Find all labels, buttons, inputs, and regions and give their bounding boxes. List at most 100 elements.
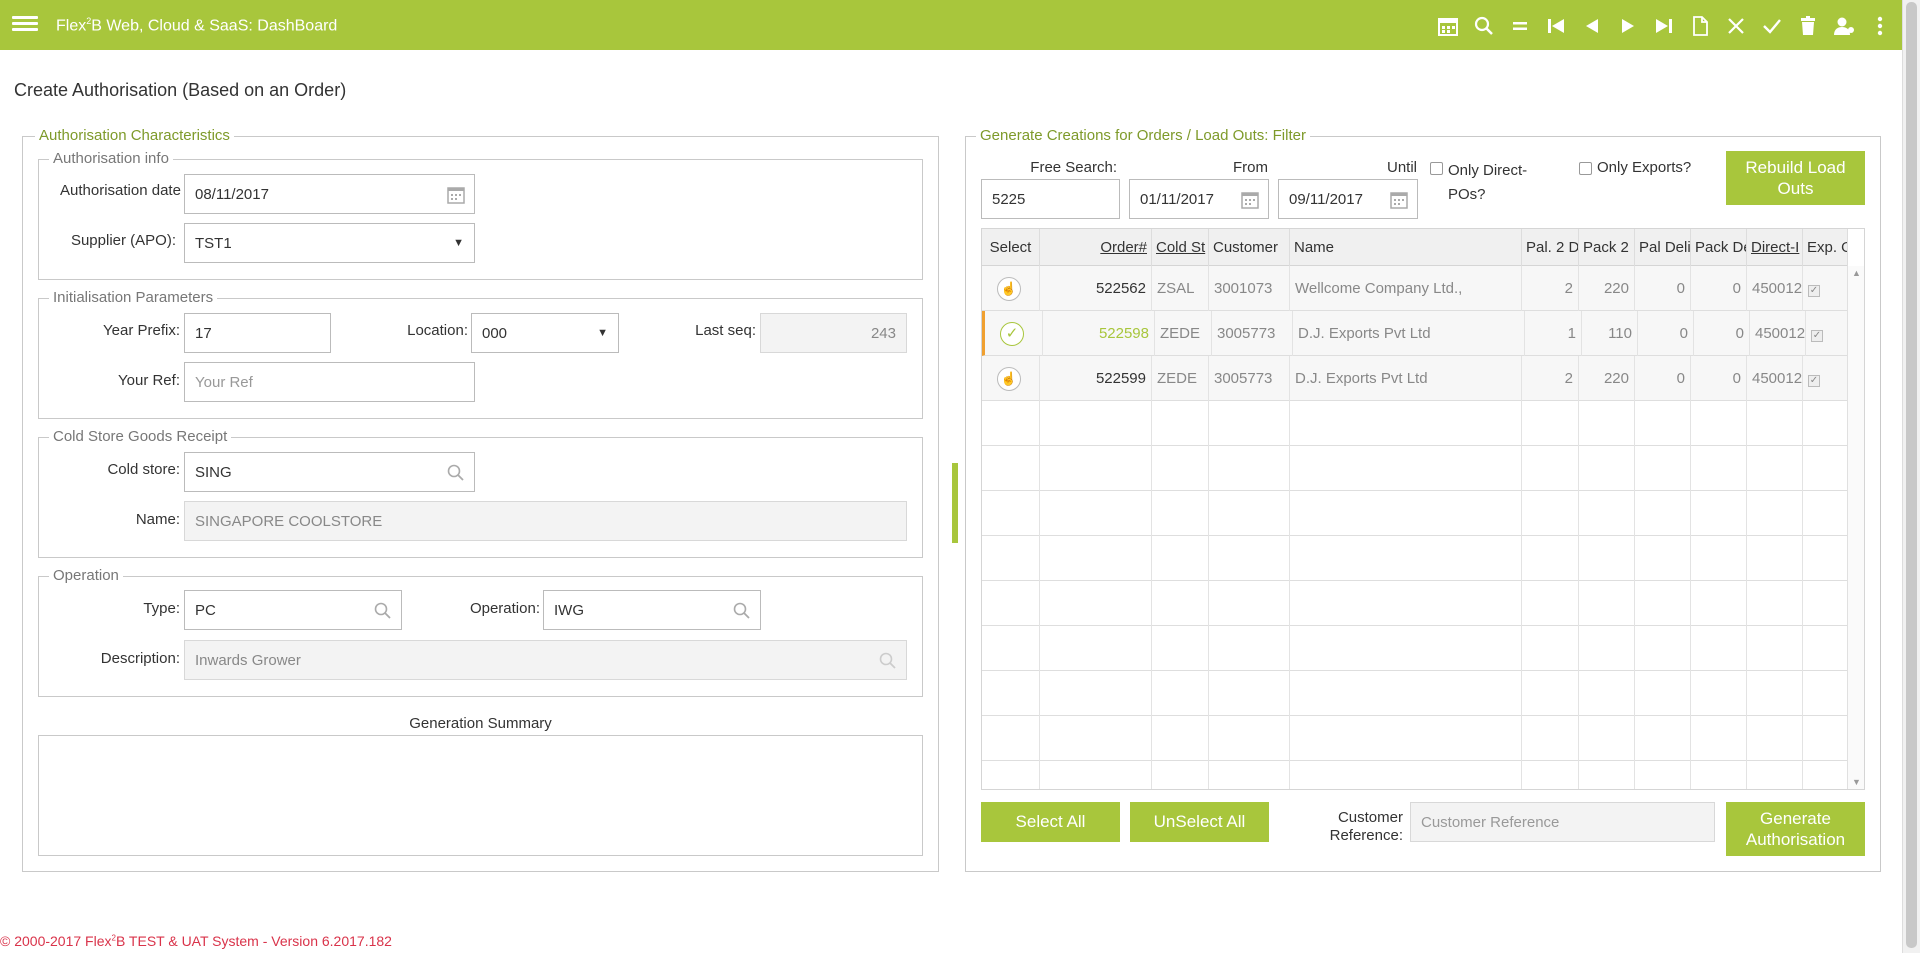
cell-pack2: 220 [1579,266,1635,311]
rebuild-load-outs-button[interactable]: Rebuild Load Outs [1726,151,1865,205]
empty-cell [1522,671,1579,716]
search-icon[interactable] [373,601,393,621]
customer-reference-text[interactable] [1421,803,1704,841]
empty-cell [1579,536,1635,581]
cell-pal2: 2 [1522,356,1579,401]
cold-store-label: Cold store: [107,461,180,478]
grid-scrollbar[interactable]: ▲ ▼ [1847,266,1864,789]
check-icon[interactable] [1761,15,1783,37]
column-header-pack2[interactable]: Pack 2 [1579,229,1635,266]
customer-reference-input[interactable] [1410,802,1715,842]
search-icon[interactable] [446,463,466,483]
empty-cell [1747,536,1803,581]
empty-cell [1522,716,1579,761]
authorisation-date-field[interactable]: 08/11/2017 [184,174,475,214]
column-header-pack-del[interactable]: Pack De [1691,229,1747,266]
delete-icon[interactable] [1797,15,1819,37]
column-header-pal2[interactable]: Pal. 2 D [1522,229,1579,266]
scroll-down-icon[interactable]: ▼ [1852,777,1861,787]
empty-cell [1522,626,1579,671]
empty-cell [1691,671,1747,716]
your-ref-text[interactable] [195,363,464,401]
scroll-up-icon[interactable]: ▲ [1852,268,1861,278]
empty-cell [1209,446,1290,491]
empty-table-row [982,491,1848,536]
search-icon[interactable] [732,601,752,621]
calendar-icon[interactable] [1240,190,1260,210]
column-header-exp[interactable]: Exp. O [1803,229,1848,266]
column-header-cold-store[interactable]: Cold St [1152,229,1209,266]
empty-cell [1290,491,1522,536]
empty-cell [1803,761,1848,789]
empty-cell [1040,401,1152,446]
calendar-icon[interactable] [446,185,466,205]
search-icon[interactable] [1473,15,1495,37]
top-bar: Flex2B Web, Cloud & SaaS: DashBoard [0,0,1902,50]
table-row[interactable]: ☝ 522599 ZEDE 3005773 D.J. Exports Pvt Ltd 2 2… [982,356,1848,401]
close-icon[interactable] [1725,15,1747,37]
year-prefix-input[interactable]: 17 [184,313,331,353]
cold-store-name-field: SINGAPORE COOLSTORE [184,501,907,541]
unselect-all-button[interactable]: UnSelect All [1130,802,1269,842]
last-record-icon[interactable] [1653,15,1675,37]
empty-cell [1040,536,1152,581]
empty-cell [982,401,1040,446]
equals-icon[interactable] [1509,15,1531,37]
empty-cell [1209,401,1290,446]
generate-authorisation-button[interactable]: Generate Authorisation [1726,802,1865,856]
calendar-icon[interactable] [1389,190,1409,210]
supplier-select[interactable]: TST1 ▼ [184,223,475,263]
panel-splitter-handle[interactable] [952,463,958,543]
only-exports-checkbox[interactable] [1579,162,1592,175]
from-date-field[interactable]: 01/11/2017 [1129,179,1269,219]
user-settings-icon[interactable] [1833,15,1855,37]
empty-cell [1803,491,1848,536]
search-icon [878,651,898,671]
your-ref-label: Your Ref: [118,372,180,389]
select-toggle-icon[interactable]: ☝ [997,367,1021,391]
cold-store-input[interactable]: SING [184,452,475,492]
next-record-icon[interactable] [1617,15,1639,37]
empty-cell [1522,491,1579,536]
table-row[interactable]: ☝ 522562 ZSAL 3001073 Wellcome Company Ltd.,… [982,266,1848,311]
selected-check-icon[interactable]: ✓ [1000,322,1024,346]
cell-pal2: 2 [1522,266,1579,311]
empty-cell [1747,761,1803,789]
column-header-customer[interactable]: Customer [1209,229,1290,266]
column-header-name[interactable]: Name [1290,229,1522,266]
empty-cell [1579,491,1635,536]
calendar-icon[interactable] [1437,15,1459,37]
empty-cell [1691,491,1747,536]
new-document-icon[interactable] [1689,15,1711,37]
location-select[interactable]: 000 ▼ [471,313,619,353]
previous-record-icon[interactable] [1581,15,1603,37]
select-toggle-icon[interactable]: ☝ [997,277,1021,301]
type-input[interactable]: PC [184,590,402,630]
hamburger-menu-icon[interactable] [12,13,38,37]
empty-cell [982,716,1040,761]
more-options-icon[interactable] [1869,15,1891,37]
column-header-direct[interactable]: Direct-I [1747,229,1803,266]
page-scrollbar[interactable] [1902,0,1920,953]
year-prefix-label: Year Prefix: [103,322,180,339]
last-seq-label: Last seq: [695,322,756,339]
empty-cell [1290,446,1522,491]
free-search-input[interactable]: 5225 [981,179,1120,219]
select-all-button[interactable]: Select All [981,802,1120,842]
authorisation-info-group: Authorisation info [38,150,923,280]
table-row[interactable]: ✓ 522598 ZEDE 3005773 D.J. Exports Pvt Ltd 1 1… [982,311,1851,356]
cell-pack2: 220 [1579,356,1635,401]
column-header-select[interactable]: Select [982,229,1040,266]
empty-cell [1209,761,1290,789]
cell-cold: ZEDE [1155,311,1212,356]
column-header-order[interactable]: Order# [1040,229,1152,266]
column-header-pal-deli[interactable]: Pal Deli [1635,229,1691,266]
only-direct-pos-checkbox[interactable] [1430,162,1443,175]
operation-input[interactable]: IWG [543,590,761,630]
empty-cell [1290,716,1522,761]
until-date-field[interactable]: 09/11/2017 [1278,179,1418,219]
empty-table-row [982,536,1848,581]
your-ref-input[interactable] [184,362,475,402]
first-record-icon[interactable] [1545,15,1567,37]
empty-cell [982,446,1040,491]
